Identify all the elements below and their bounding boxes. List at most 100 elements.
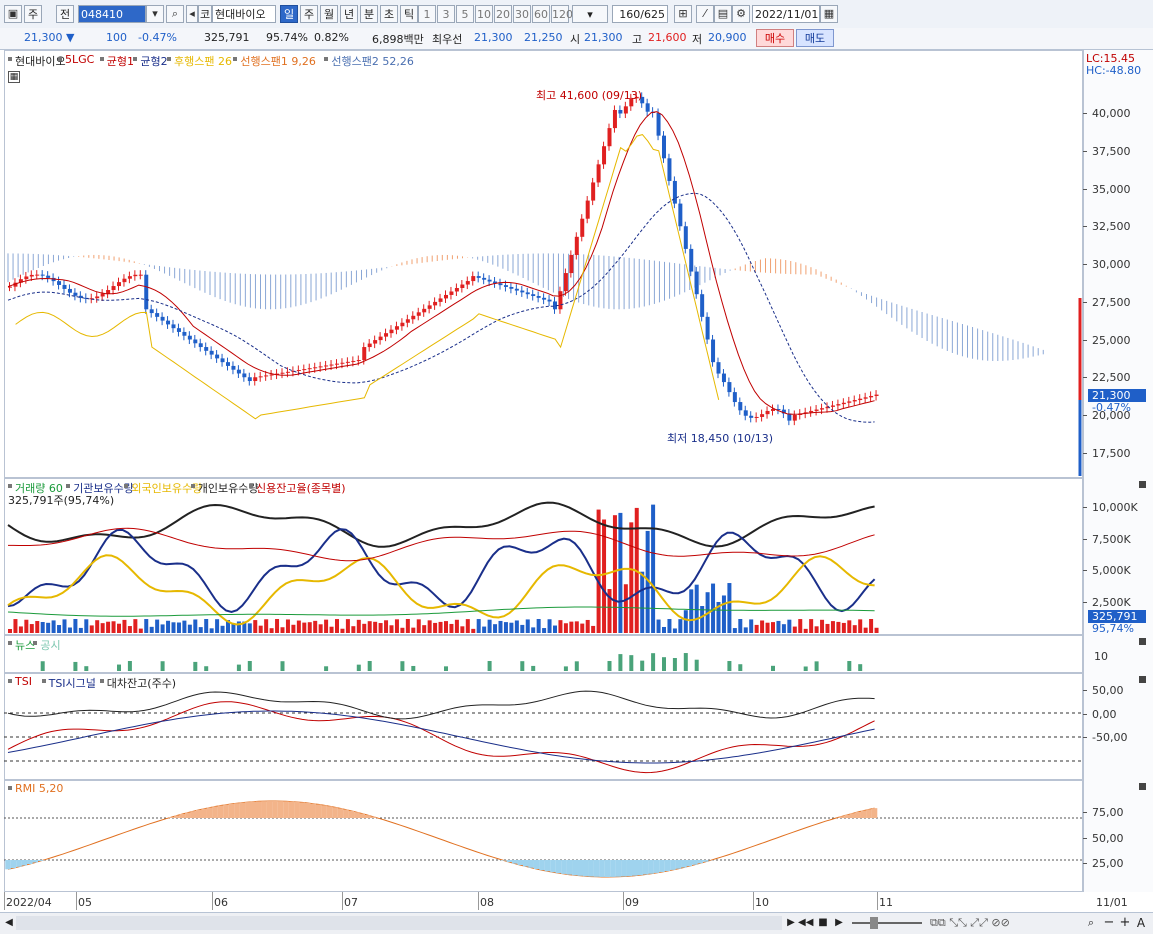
volume-bar <box>187 624 192 633</box>
volume-bar <box>830 621 835 633</box>
candle-body <box>345 361 350 363</box>
zoom-search-icon[interactable]: ⌕ <box>1084 916 1098 930</box>
volume-bar <box>640 571 645 633</box>
volume-bar <box>781 624 786 633</box>
candle-body <box>662 135 666 159</box>
candle-body <box>166 320 171 325</box>
news-bar <box>520 661 525 671</box>
rewind-icon[interactable]: ◀◀ <box>798 916 813 930</box>
candle-body <box>749 415 754 418</box>
candle-body <box>433 301 438 306</box>
volume-bar <box>672 628 677 633</box>
price-legend-marker-6 <box>324 57 329 61</box>
price-legend-item-0[interactable]: 현대바이오 <box>15 53 66 69</box>
candle-body <box>809 410 814 413</box>
tsi-legend-item-0[interactable]: TSI <box>15 675 32 688</box>
news-bar <box>193 661 198 671</box>
scroll-right-icon[interactable]: ▶ <box>784 916 798 930</box>
tsi-panel-close-icon[interactable] <box>1139 676 1146 683</box>
y-tick: 22,500 <box>1092 371 1131 385</box>
volume-bar <box>798 619 803 633</box>
tsi-legend-item-1[interactable]: TSI시그널 <box>49 675 96 691</box>
volume-bar <box>623 584 628 633</box>
news-bar <box>247 661 252 671</box>
candle-body <box>563 273 568 292</box>
zoom-in-icon[interactable]: + <box>1118 916 1132 930</box>
zoom-slider[interactable] <box>852 922 922 924</box>
stop-icon[interactable]: ■ <box>816 916 830 930</box>
candle-body <box>618 109 623 114</box>
price-legend-item-3[interactable]: 균형2 <box>140 53 167 69</box>
tsi-legend-item-2[interactable]: 대차잔고(주수) <box>107 675 176 691</box>
candle-body <box>607 128 612 147</box>
volume-bar <box>73 619 78 633</box>
x-tick-label: 05 <box>78 896 92 909</box>
volume-bar <box>155 619 160 633</box>
volume-bar <box>514 620 519 633</box>
rmi-legend-item-0[interactable]: RMI 5,20 <box>15 782 63 795</box>
candle-body <box>689 248 694 272</box>
news-bar <box>771 665 775 671</box>
volume-legend-item-4[interactable]: 신용잔고율(종목별) <box>256 480 346 496</box>
lagging-span <box>15 134 720 420</box>
volume-ma-line <box>7 606 875 617</box>
y-tick: 30,000 <box>1092 258 1131 271</box>
bottom-navigation-bar: ◀ ▶ ◀◀ ■ ▶ ⧉⧉ ⤡⤡ ⤢⤢ ⊘⊘ ⌕ − + A <box>0 912 1153 934</box>
volume-bar <box>193 619 198 633</box>
play-icon[interactable]: ▶ <box>832 916 846 930</box>
volume-bar <box>667 619 672 633</box>
volume-legend-item-2[interactable]: 외국인보유수량 <box>131 480 202 496</box>
volume-bar <box>787 619 792 633</box>
price-legend-item-1[interactable]: 5LGC <box>65 53 94 66</box>
draw-tools[interactable]: ⧉⧉ ⤡⤡ ⤢⤢ ⊘⊘ <box>930 916 1038 930</box>
y-tick: 25,000 <box>1092 333 1131 347</box>
rmi-panel-close-icon[interactable] <box>1139 783 1146 790</box>
y-tick: 32,500 <box>1092 220 1131 234</box>
zoom-slider-handle[interactable] <box>870 917 878 929</box>
price-legend-item-6[interactable]: 선행스팬2 52,26 <box>331 53 413 69</box>
price-legend-item-2[interactable]: 균형1 <box>107 53 134 69</box>
scroll-left-icon[interactable]: ◀ <box>2 916 16 930</box>
news-bar <box>160 661 165 671</box>
volume-legend-marker-1 <box>66 484 71 488</box>
y-tick-mark <box>1083 570 1087 571</box>
candle-body <box>585 200 590 219</box>
volume-bar <box>438 621 443 633</box>
news-bar <box>324 666 329 671</box>
candle-body <box>427 305 432 309</box>
x-tick-mark <box>753 892 754 910</box>
price-legend-item-4[interactable]: 후행스팬 26 <box>174 53 232 69</box>
volume-bar <box>754 624 759 633</box>
volume-bar <box>869 619 874 633</box>
min-price-label: 최저 18,450 (10/13) <box>667 432 774 445</box>
font-size-icon[interactable]: A <box>1134 916 1148 930</box>
volume-bar <box>825 623 830 633</box>
candle-body <box>520 290 525 293</box>
price-legend-item-5[interactable]: 선행스팬1 9,26 <box>240 53 315 69</box>
news-legend-item-0[interactable]: 뉴스 <box>15 637 35 653</box>
volume-legend-marker-3 <box>190 484 195 488</box>
candle-body <box>711 339 716 363</box>
candle-body <box>24 276 29 280</box>
candle-body <box>29 274 34 277</box>
volume-bar <box>24 619 29 633</box>
volume-bar <box>765 622 770 633</box>
horizontal-scrollbar[interactable] <box>16 916 782 930</box>
y-tick-mark <box>1083 452 1087 454</box>
candle-body <box>296 370 301 372</box>
volume-bar <box>215 619 220 633</box>
zoom-out-icon[interactable]: − <box>1102 916 1116 930</box>
volume-bar <box>111 621 116 633</box>
y-tick-mark <box>1083 301 1087 303</box>
news-legend-item-1[interactable]: 공시 <box>40 637 60 653</box>
candle-body <box>727 382 732 393</box>
news-bar <box>618 654 623 671</box>
news-bar <box>672 658 677 671</box>
news-panel-close-icon[interactable] <box>1139 638 1146 645</box>
volume-bar <box>596 509 601 633</box>
volume-panel-close-icon[interactable] <box>1139 481 1146 488</box>
grid-toggle-icon[interactable]: ▦ <box>8 71 20 83</box>
candle-body <box>46 275 51 278</box>
volume-bar <box>149 626 154 633</box>
volume-legend-item-3[interactable]: 개인보유수량 <box>198 480 259 496</box>
